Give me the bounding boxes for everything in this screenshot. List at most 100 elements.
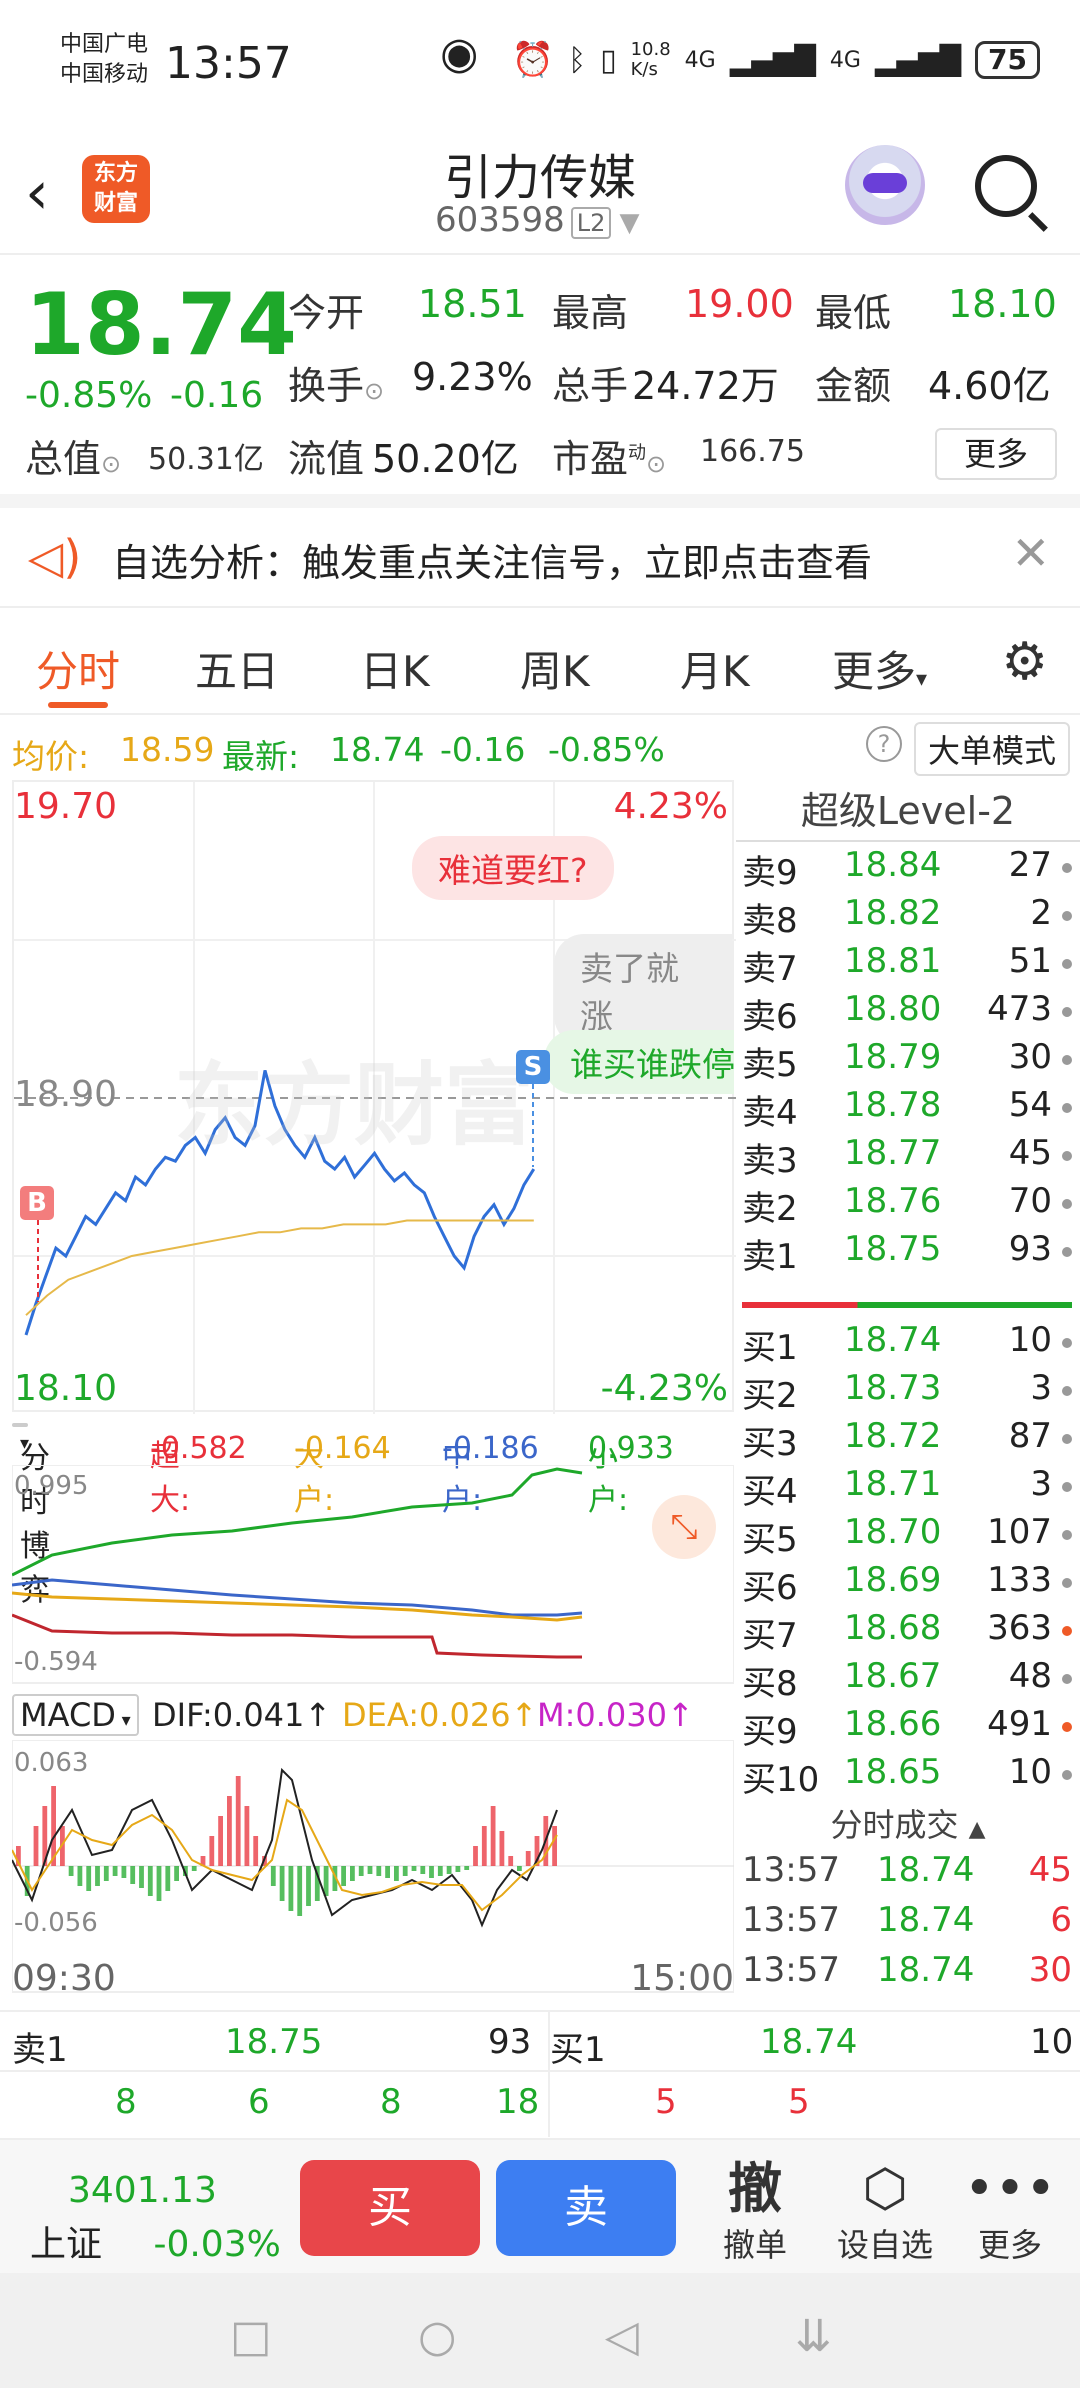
bid-qty: 10 bbox=[1008, 1752, 1052, 1792]
status-bar: 中国广电 中国移动 13:57 ◉ ⏰ ᛒ ▯ 10.8 K/s 4G ▂▄▆█… bbox=[0, 0, 1080, 130]
bid-price: 18.74 bbox=[844, 1320, 942, 1360]
trade-ticker[interactable]: 分时成交 ▲ 13:57 18.74 45 13:57 18.74 6 13:57 18.74… bbox=[736, 1800, 1080, 2012]
ask-row[interactable]: 卖2 18.76 70 bbox=[742, 1181, 1072, 1229]
cancel-label: 撤单 bbox=[722, 2226, 787, 2264]
flow-dropdown[interactable]: 分时博弈 ▾ bbox=[12, 1423, 50, 1608]
bid-row[interactable]: 买6 18.69 133 bbox=[742, 1560, 1072, 1608]
bid-row[interactable]: 买10 18.65 10 bbox=[742, 1752, 1072, 1800]
comment-bubble[interactable]: 难道要红? bbox=[412, 836, 614, 900]
status-time: 13:57 bbox=[165, 38, 292, 89]
macd-bar bbox=[121, 1866, 127, 1878]
dropdown-icon: ▼ bbox=[619, 208, 640, 238]
cancel-order-button[interactable]: 撤撤单 bbox=[705, 2158, 805, 2266]
dif-value: DIF:0.041↑ bbox=[152, 1696, 332, 1734]
macd-dropdown[interactable]: MACD ▾ bbox=[12, 1694, 139, 1736]
ask-row[interactable]: 卖3 18.77 45 bbox=[742, 1133, 1072, 1181]
intraday-chart[interactable]: 东方财富 19.70 4.23% 18.90 18.10 -4.23% 难道要红… bbox=[12, 780, 736, 1414]
home-icon[interactable]: ○ bbox=[418, 2311, 456, 2362]
bid-row[interactable]: 买5 18.70 107 bbox=[742, 1512, 1072, 1560]
pe-label[interactable]: 市盈动⊙ bbox=[552, 428, 666, 483]
bluetooth-icon: ᛒ bbox=[568, 42, 587, 78]
ask-price: 18.77 bbox=[844, 1133, 942, 1173]
bid-row[interactable]: 买8 18.67 48 bbox=[742, 1656, 1072, 1704]
bid-price: 18.72 bbox=[844, 1416, 942, 1456]
tab-intraday[interactable]: 分时 bbox=[36, 638, 120, 699]
assistant-avatar[interactable] bbox=[845, 145, 925, 225]
more-quote-button[interactable]: 更多 bbox=[935, 428, 1057, 480]
high-value: 19.00 bbox=[685, 282, 794, 326]
macd-bar bbox=[77, 1866, 83, 1886]
macd-dropdown-label: MACD bbox=[20, 1696, 116, 1734]
index-widget[interactable]: 3401.13 上证 -0.03% bbox=[30, 2170, 281, 2267]
bid-row[interactable]: 买2 18.73 3 bbox=[742, 1368, 1072, 1416]
tab-more-label: 更多 bbox=[832, 647, 917, 696]
info-icon: ⊙ bbox=[364, 377, 385, 405]
add-watchlist-button[interactable]: ⬡ 设自选 bbox=[835, 2158, 935, 2266]
ask-row[interactable]: 卖8 18.82 2 bbox=[742, 893, 1072, 941]
ask-price: 18.81 bbox=[844, 941, 942, 981]
macd-bar bbox=[244, 1806, 250, 1866]
status-dot bbox=[1062, 911, 1072, 921]
avg-value: 18.59 bbox=[120, 730, 215, 769]
mktcap-label[interactable]: 总值⊙ bbox=[25, 428, 121, 483]
bid-row[interactable]: 买1 18.74 10 bbox=[742, 1320, 1072, 1368]
notification-pull-icon[interactable]: ⇊ bbox=[795, 2311, 832, 2362]
ask-row[interactable]: 卖4 18.78 54 bbox=[742, 1085, 1072, 1133]
more-button[interactable]: ••• 更多 bbox=[960, 2158, 1060, 2266]
close-icon[interactable]: ✕ bbox=[1011, 526, 1050, 580]
gear-icon[interactable]: ⚙ bbox=[1001, 632, 1048, 692]
trade-row: 13:57 18.74 6 bbox=[742, 1900, 1072, 1948]
comment-bubble[interactable]: 谁买谁跌停 bbox=[544, 1030, 734, 1094]
sell-marker[interactable]: S bbox=[516, 1050, 550, 1084]
ask-qty: 51 bbox=[1008, 941, 1052, 981]
ask-level: 卖4 bbox=[742, 1093, 798, 1133]
big-order-mode-button[interactable]: 大单模式 bbox=[913, 722, 1070, 776]
tab-monthly-k[interactable]: 月K bbox=[680, 638, 750, 699]
ask-row[interactable]: 卖1 18.75 93 bbox=[742, 1229, 1072, 1277]
bid-row[interactable]: 买3 18.72 87 bbox=[742, 1416, 1072, 1464]
capital-flow-panel[interactable]: 分时博弈 ▾ 超大: -0.582 大户: -0.164 中户: -0.186 小户:… bbox=[12, 1415, 734, 1685]
tab-five-day[interactable]: 五日 bbox=[195, 638, 279, 699]
tab-more[interactable]: 更多▾ bbox=[832, 638, 927, 699]
buy-button[interactable]: 买 bbox=[300, 2160, 480, 2256]
back-icon[interactable]: ◁ bbox=[605, 2311, 639, 2362]
dea-value: DEA:0.026↑ bbox=[342, 1696, 538, 1734]
ask-price: 18.80 bbox=[844, 989, 942, 1029]
ask-qty: 54 bbox=[1008, 1085, 1052, 1125]
status-dot bbox=[1062, 1103, 1072, 1113]
macd-bar bbox=[429, 1866, 434, 1878]
ask-row[interactable]: 卖6 18.80 473 bbox=[742, 989, 1072, 1037]
search-icon[interactable] bbox=[975, 155, 1037, 217]
turnover-label[interactable]: 换手⊙ bbox=[288, 355, 384, 410]
bid-price: 18.73 bbox=[844, 1368, 942, 1408]
macd-bar bbox=[385, 1866, 390, 1878]
collapse-icon[interactable]: ▲ bbox=[969, 1817, 986, 1842]
alert-banner[interactable]: ◁) 自选分析：触发重点关注信号，立即点击查看 ✕ bbox=[0, 508, 1080, 608]
help-icon[interactable]: ? bbox=[866, 726, 902, 762]
bid1-label: 买1 bbox=[550, 2030, 606, 2070]
expand-icon[interactable]: ⤡ bbox=[652, 1495, 716, 1559]
sell-button[interactable]: 卖 bbox=[496, 2160, 676, 2256]
amount-label: 金额 bbox=[815, 364, 892, 408]
ask-row[interactable]: 卖9 18.84 27 bbox=[742, 845, 1072, 893]
bid-row[interactable]: 买9 18.66 491 bbox=[742, 1704, 1072, 1752]
bottom-pct-label: -4.23% bbox=[600, 1368, 728, 1409]
ellipsis-icon: ••• bbox=[963, 2159, 1056, 2219]
pe-label-text: 市盈 bbox=[552, 437, 629, 481]
ask-row[interactable]: 卖5 18.79 30 bbox=[742, 1037, 1072, 1085]
price-info-row: 均价: 18.59 最新: 18.74 -0.16 -0.85% ? 大单模式 bbox=[0, 718, 1080, 778]
tab-weekly-k[interactable]: 周K bbox=[520, 638, 590, 699]
bid-row[interactable]: 买4 18.71 3 bbox=[742, 1464, 1072, 1512]
ask1-price: 18.75 bbox=[225, 2022, 323, 2062]
stock-code-row[interactable]: 603598 L2 ▼ bbox=[435, 200, 639, 240]
trade-row: 13:57 18.74 45 bbox=[742, 1850, 1072, 1898]
recents-icon[interactable]: □ bbox=[230, 2311, 272, 2362]
buy-marker[interactable]: B bbox=[20, 1186, 54, 1220]
bid-row[interactable]: 买7 18.68 363 bbox=[742, 1608, 1072, 1656]
tab-daily-k[interactable]: 日K bbox=[360, 638, 430, 699]
macd-bar bbox=[508, 1856, 514, 1866]
status-dot bbox=[1062, 1434, 1072, 1444]
more-label: 更多 bbox=[977, 2226, 1042, 2264]
ask-row[interactable]: 卖7 18.81 51 bbox=[742, 941, 1072, 989]
float-value: 50.20亿 bbox=[372, 437, 519, 481]
